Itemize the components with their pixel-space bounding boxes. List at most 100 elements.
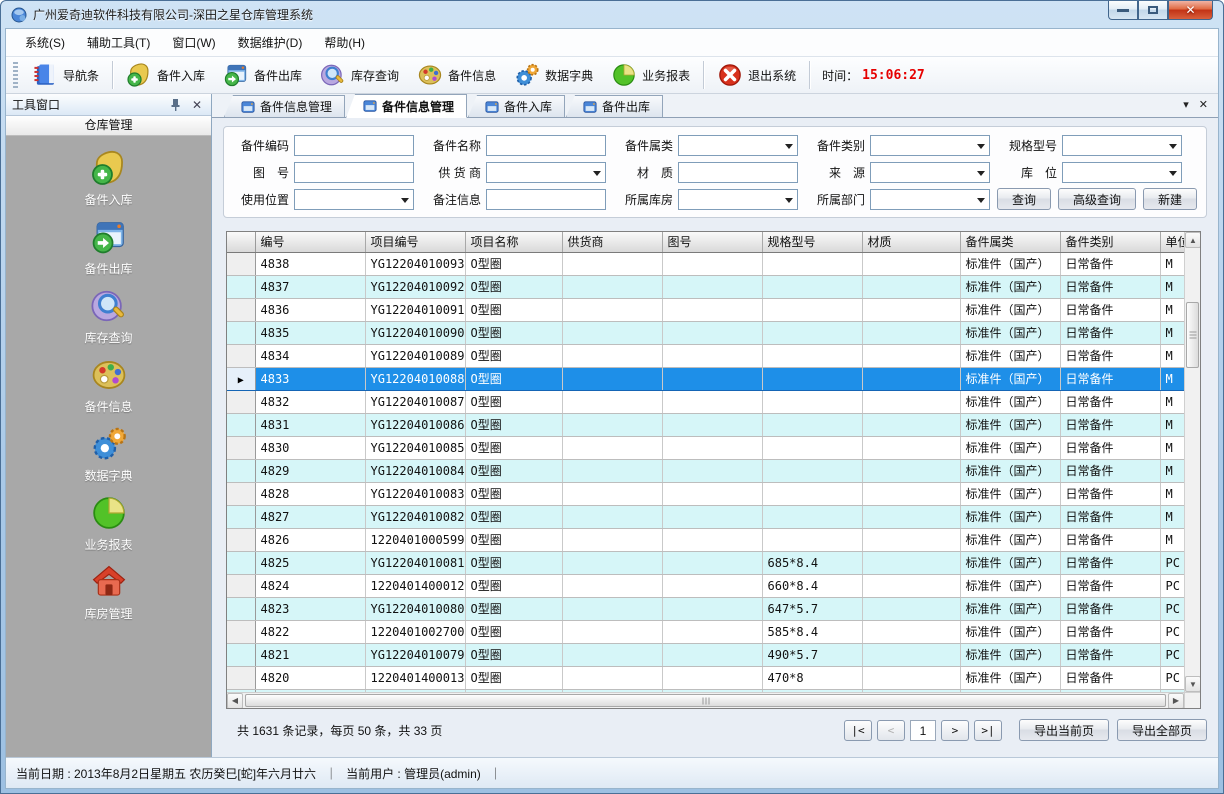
sidebar-close-icon[interactable]: ✕: [189, 97, 205, 113]
export-current-page-button[interactable]: 导出当前页: [1019, 719, 1109, 741]
row-selector[interactable]: [227, 574, 255, 597]
row-selector[interactable]: [227, 390, 255, 413]
scroll-down-icon[interactable]: ▼: [1185, 676, 1201, 692]
table-row[interactable]: 4821YG12204010079O型圈490*5.7标准件（国产）日常备件PC: [227, 643, 1200, 666]
row-selector[interactable]: [227, 275, 255, 298]
pin-icon[interactable]: [167, 97, 183, 113]
maximize-button[interactable]: [1138, 1, 1168, 20]
close-button[interactable]: ✕: [1168, 1, 1213, 20]
part-name-input[interactable]: [486, 135, 606, 156]
table-row[interactable]: 48201220401400013O型圈470*8标准件（国产）日常备件PC: [227, 666, 1200, 689]
sidebar-item-data-dict[interactable]: 数据字典: [49, 425, 169, 484]
menu-item-aux-tools[interactable]: 辅助工具(T): [76, 29, 161, 56]
sidebar-item-parts-out[interactable]: 备件出库: [49, 218, 169, 277]
toolbar-parts-info-button[interactable]: 备件信息: [408, 59, 505, 91]
sidebar-item-warehouse-mgmt[interactable]: 库房管理: [49, 563, 169, 622]
table-row[interactable]: 4831YG12204010086O型圈标准件（国产）日常备件M: [227, 413, 1200, 436]
tab-parts-info-mgmt-2[interactable]: 备件信息管理: [346, 94, 467, 118]
table-row[interactable]: 4825YG12204010081O型圈685*8.4标准件（国产）日常备件PC: [227, 551, 1200, 574]
row-selector[interactable]: [227, 413, 255, 436]
row-selector[interactable]: [227, 344, 255, 367]
remark-input[interactable]: [486, 189, 606, 210]
warehouse-select[interactable]: [678, 189, 798, 210]
table-row[interactable]: 4837YG12204010092O型圈标准件（国产）日常备件M: [227, 275, 1200, 298]
row-selector[interactable]: ▶: [227, 367, 255, 390]
spec-model-select[interactable]: [1062, 135, 1182, 156]
tab-parts-info-mgmt-1[interactable]: 备件信息管理: [224, 95, 345, 117]
scroll-up-icon[interactable]: ▲: [1185, 232, 1201, 248]
toolbar-parts-in-button[interactable]: 备件入库: [117, 59, 214, 91]
minimize-button[interactable]: [1108, 1, 1138, 20]
supplier-select[interactable]: [486, 162, 606, 183]
column-header-no[interactable]: 编号: [255, 232, 365, 252]
table-row[interactable]: 48241220401400012O型圈660*8.4标准件（国产）日常备件PC: [227, 574, 1200, 597]
first-page-button[interactable]: |<: [844, 720, 872, 741]
toolbar-business-report-button[interactable]: 业务报表: [602, 59, 699, 91]
table-row[interactable]: 4835YG12204010090O型圈标准件（国产）日常备件M: [227, 321, 1200, 344]
table-row[interactable]: 4823YG12204010080O型圈647*5.7标准件（国产）日常备件PC: [227, 597, 1200, 620]
column-header-supplier[interactable]: 供货商: [562, 232, 662, 252]
location-select[interactable]: [1062, 162, 1182, 183]
column-header-category[interactable]: 备件属类: [960, 232, 1060, 252]
column-header-project_name[interactable]: 项目名称: [465, 232, 562, 252]
table-row[interactable]: 4827YG12204010082O型圈标准件（国产）日常备件M: [227, 505, 1200, 528]
part-code-input[interactable]: [294, 135, 414, 156]
tab-parts-out[interactable]: 备件出库: [566, 95, 663, 117]
row-selector[interactable]: [227, 459, 255, 482]
table-row[interactable]: 4828YG12204010083O型圈标准件（国产）日常备件M: [227, 482, 1200, 505]
toolbar-inventory-query-button[interactable]: 库存查询: [311, 59, 408, 91]
toolbar-nav-bar-button[interactable]: 导航条: [23, 59, 108, 91]
toolbar-data-dict-button[interactable]: 数据字典: [505, 59, 602, 91]
table-row[interactable]: ▶4833YG12204010088O型圈标准件（国产）日常备件M: [227, 367, 1200, 390]
table-row[interactable]: 4836YG12204010091O型圈标准件（国产）日常备件M: [227, 298, 1200, 321]
row-selector[interactable]: [227, 436, 255, 459]
title-bar[interactable]: 广州爱奇迪软件科技有限公司-深田之星仓库管理系统: [1, 1, 1223, 28]
next-page-button[interactable]: >: [941, 720, 969, 741]
row-selector[interactable]: [227, 620, 255, 643]
source-select[interactable]: [870, 162, 990, 183]
material-input[interactable]: [678, 162, 798, 183]
table-row[interactable]: 4834YG12204010089O型圈标准件（国产）日常备件M: [227, 344, 1200, 367]
part-class-select[interactable]: [678, 135, 798, 156]
scroll-right-icon[interactable]: ▶: [1168, 693, 1184, 709]
last-page-button[interactable]: >|: [974, 720, 1002, 741]
department-select[interactable]: [870, 189, 990, 210]
toolbar-grip-handle[interactable]: [13, 62, 18, 88]
column-header-drawing_no[interactable]: 图号: [662, 232, 762, 252]
query-button[interactable]: 查询: [997, 188, 1051, 210]
part-category-select[interactable]: [870, 135, 990, 156]
table-row[interactable]: 4829YG12204010084O型圈标准件（国产）日常备件M: [227, 459, 1200, 482]
menu-item-window[interactable]: 窗口(W): [161, 29, 226, 56]
horizontal-scroll-thumb[interactable]: [245, 694, 1166, 707]
row-selector[interactable]: [227, 551, 255, 574]
row-selector[interactable]: [227, 252, 255, 275]
new-button[interactable]: 新建: [1143, 188, 1197, 210]
scroll-left-icon[interactable]: ◀: [227, 693, 243, 709]
page-number-input[interactable]: 1: [910, 720, 936, 741]
vertical-scrollbar[interactable]: ▲ ▼: [1184, 232, 1200, 692]
sidebar-item-parts-in[interactable]: 备件入库: [49, 149, 169, 208]
column-header-material[interactable]: 材质: [862, 232, 960, 252]
row-selector[interactable]: [227, 643, 255, 666]
export-all-pages-button[interactable]: 导出全部页: [1117, 719, 1207, 741]
sidebar-item-inventory-query[interactable]: 库存查询: [49, 287, 169, 346]
row-selector[interactable]: [227, 505, 255, 528]
table-row[interactable]: 48221220401002700O型圈585*8.4标准件（国产）日常备件PC: [227, 620, 1200, 643]
toolbar-exit-system-button[interactable]: 退出系统: [708, 59, 805, 91]
menu-item-data-maintenance[interactable]: 数据维护(D): [227, 29, 314, 56]
row-selector[interactable]: [227, 528, 255, 551]
sidebar-item-business-report[interactable]: 业务报表: [49, 494, 169, 553]
table-row[interactable]: 4838YG12204010093O型圈标准件（国产）日常备件M: [227, 252, 1200, 275]
prev-page-button[interactable]: <: [877, 720, 905, 741]
menu-item-system[interactable]: 系统(S): [14, 29, 76, 56]
row-selector[interactable]: [227, 597, 255, 620]
table-row[interactable]: 4830YG12204010085O型圈标准件（国产）日常备件M: [227, 436, 1200, 459]
tab-close-icon[interactable]: ✕: [1199, 98, 1208, 111]
toolbar-parts-out-button[interactable]: 备件出库: [214, 59, 311, 91]
column-header-project_no[interactable]: 项目编号: [365, 232, 465, 252]
column-header-type[interactable]: 备件类别: [1060, 232, 1160, 252]
row-selector[interactable]: [227, 482, 255, 505]
drawing-no-input[interactable]: [294, 162, 414, 183]
tab-list-dropdown-icon[interactable]: ▾: [1183, 98, 1189, 111]
row-selector[interactable]: [227, 321, 255, 344]
